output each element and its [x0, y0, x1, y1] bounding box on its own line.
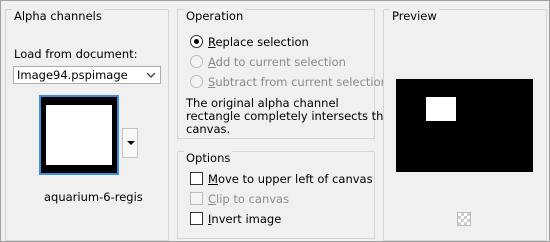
move-upper-left-checkbox[interactable]	[190, 172, 203, 185]
operation-title: Operation	[184, 9, 246, 23]
options-title: Options	[184, 151, 233, 165]
info-line-2: rectangle completely intersects the	[186, 109, 391, 123]
clip-to-canvas-label[interactable]: Clip to canvas	[208, 192, 289, 206]
add-selection-radio[interactable]	[190, 55, 203, 68]
preview-canvas	[396, 79, 533, 172]
move-upper-left-label[interactable]: Move to upper left of canvas	[208, 172, 373, 186]
invert-image-checkbox[interactable]	[190, 212, 203, 225]
dropdown-arrow-icon	[127, 141, 135, 145]
document-select[interactable]: Image94.pspimage	[13, 66, 161, 84]
preview-title: Preview	[390, 9, 439, 23]
subtract-selection-label[interactable]: Subtract from current selection	[208, 75, 388, 89]
document-select-value: Image94.pspimage	[17, 68, 128, 82]
subtract-selection-radio[interactable]	[190, 75, 203, 88]
alpha-thumbnail-image	[46, 105, 112, 165]
alpha-thumbnail[interactable]	[39, 95, 119, 175]
checker-icon[interactable]	[457, 212, 471, 226]
clip-to-canvas-checkbox[interactable]	[190, 192, 203, 205]
info-line-1: The original alpha channel	[186, 96, 339, 110]
alpha-channels-group: Alpha channels Load from document: Image…	[5, 9, 169, 241]
replace-selection-label[interactable]: Replace selection	[208, 35, 309, 49]
preview-selection-rect	[426, 97, 456, 121]
operation-group: Operation Replace selection Add to curre…	[177, 9, 391, 139]
replace-selection-radio[interactable]	[190, 35, 203, 48]
info-line-3: canvas.	[186, 122, 231, 136]
options-group: Options Move to upper left of canvas Cli…	[177, 151, 375, 239]
load-from-document-label: Load from document:	[14, 47, 138, 61]
thumbnail-dropdown-button[interactable]	[122, 128, 138, 158]
thumbnail-caption: aquarium-6-regis	[44, 190, 143, 204]
alpha-channels-title: Alpha channels	[12, 9, 104, 23]
alpha-load-dialog: Alpha channels Load from document: Image…	[0, 0, 550, 242]
invert-image-label[interactable]: Invert image	[208, 212, 281, 226]
chevron-down-icon	[147, 72, 155, 78]
add-selection-label[interactable]: Add to current selection	[208, 55, 346, 69]
